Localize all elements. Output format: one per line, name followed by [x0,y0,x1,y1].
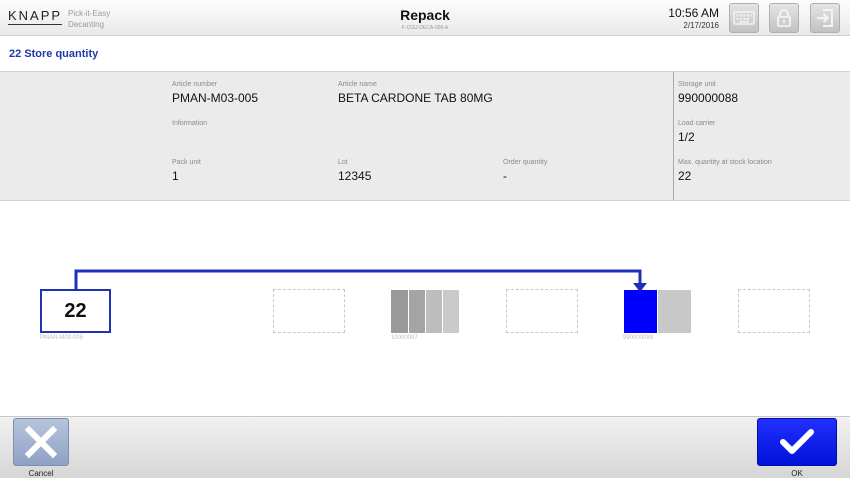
field-storage-unit: Storage unit 990000088 [678,81,739,105]
field-article-number: Article number PMAN-M03-005 [172,81,259,105]
cancel-label: Cancel [28,469,54,478]
cancel-button[interactable] [13,418,69,466]
transfer-arrow [74,269,647,292]
field-article-name: Article name BETA CARDONE TAB 80MG [338,81,493,105]
compartment-3 [426,290,442,333]
empty-slot-1 [273,289,345,333]
target-compartment-2[interactable] [658,290,691,333]
footer-bar: Cancel OK [0,416,850,478]
clock-date: 2/17/2016 [683,21,719,30]
compartment-2 [409,290,425,333]
header-bar: KNAPP Pick-it-Easy Decanting Repack F-CG… [0,0,850,36]
logout-button[interactable] [810,3,840,33]
empty-slot-3 [738,289,810,333]
lock-button[interactable] [769,3,799,33]
target-caption: 990000088 [623,335,654,341]
target-compartment-selected[interactable] [624,290,657,333]
compartment-1 [391,290,408,333]
logout-icon [817,9,833,27]
repack-screen: KNAPP Pick-it-Easy Decanting Repack F-CG… [0,0,850,478]
lock-icon [777,9,791,27]
page-title: Repack [400,7,450,23]
panel-divider [673,72,674,200]
field-load-carrier: Load carrier 1/2 [678,120,716,144]
empty-slot-2 [506,289,578,333]
keyboard-icon [733,11,755,25]
ok-label: OK [791,469,803,478]
screen-code: F-CGU-DECA-008-A [401,25,449,31]
field-lot: Lot 12345 [338,159,372,183]
storage-visualization: 22 PMAN-M03-005 10000007 990000088 [0,260,850,350]
field-order-quantity: Order quantity - [503,159,548,183]
field-information: Information [172,120,208,127]
field-pack-unit: Pack unit 1 [172,159,201,183]
checkmark-icon [780,429,814,454]
field-max-quantity: Max. quantity at stock location 22 [678,159,772,183]
close-icon [24,425,58,459]
ok-button[interactable] [757,418,837,466]
source-caption: 10000007 [391,335,418,341]
compartment-4 [443,290,459,333]
clock-time: 10:56 AM [668,6,719,20]
keyboard-button[interactable] [729,3,759,33]
article-info-panel: Article number PMAN-M03-005 Article name… [0,71,850,201]
quantity-caption: PMAN-M03-005 [40,335,84,341]
store-quantity-box[interactable]: 22 [40,289,111,333]
step-title: 22 Store quantity [9,48,99,60]
